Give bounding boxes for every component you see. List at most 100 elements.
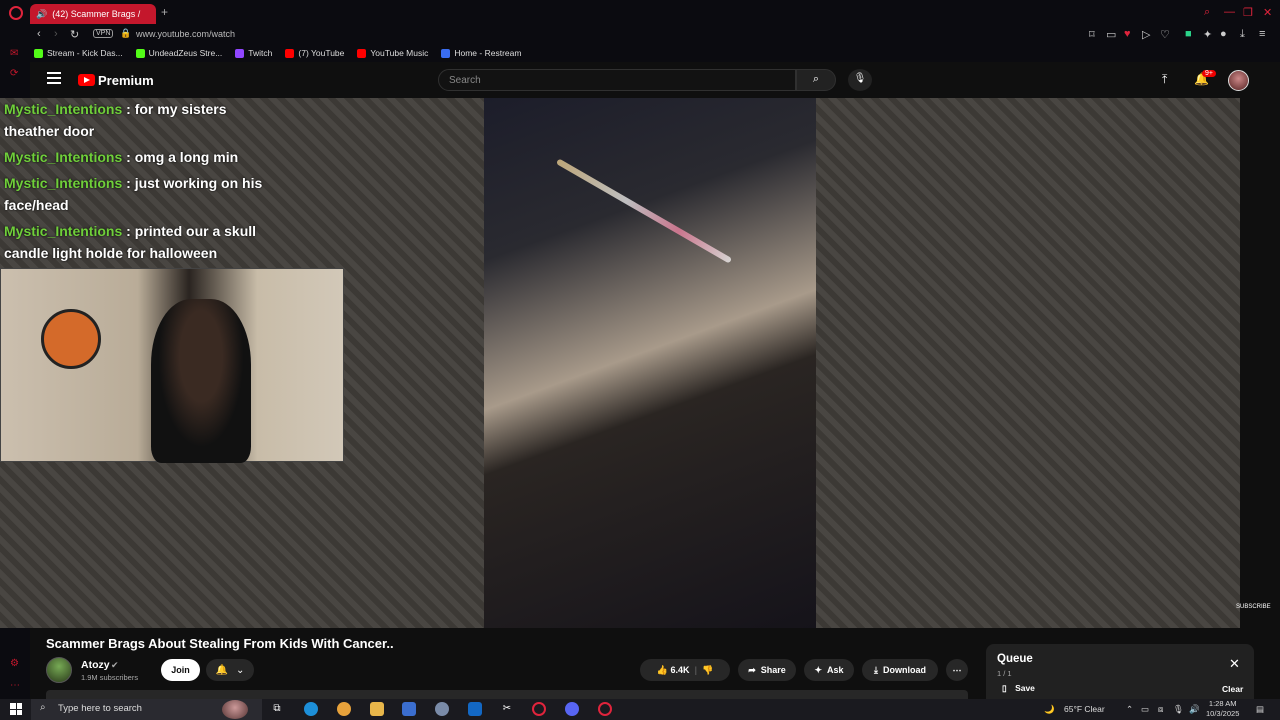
history-icon[interactable]: ⟳ <box>10 68 18 79</box>
queue-panel: Queue 1 / 1 ✕ ▯ Save Clear <box>986 644 1254 699</box>
like-button[interactable]: 👍 6.4K <box>657 665 690 676</box>
profile-icon[interactable]: ● <box>1220 28 1227 40</box>
bookmark-label: Stream - Kick Das... <box>47 48 123 58</box>
download-button[interactable]: ⤓ Download <box>862 659 938 681</box>
dislike-icon[interactable]: 👎 <box>702 665 713 676</box>
join-button[interactable]: Join <box>161 659 200 681</box>
download-icon: ⤓ <box>874 664 878 675</box>
close-icon[interactable]: ✕ <box>1229 656 1240 672</box>
save-label: Save <box>1015 683 1035 693</box>
store-icon[interactable] <box>402 702 416 716</box>
verified-icon: ✔ <box>111 660 119 670</box>
create-icon[interactable]: ⤒ <box>1162 72 1167 87</box>
search-input[interactable]: Search <box>438 69 796 91</box>
share-button[interactable]: ➦ Share <box>738 659 796 681</box>
minimize-icon[interactable]: — <box>1224 6 1235 18</box>
more-actions-button[interactable]: ⋯ <box>946 659 968 681</box>
player-icon[interactable]: ▷ <box>1142 28 1150 41</box>
subscribe-watermark[interactable]: SUBSCRIBE <box>1236 604 1271 610</box>
network-icon[interactable]: ▭ <box>1141 704 1149 715</box>
notification-center-icon[interactable]: ▤ <box>1256 704 1264 715</box>
share-icon: ➦ <box>748 664 756 675</box>
task-view-icon[interactable]: ⧉ <box>270 702 284 716</box>
bookmark-item[interactable]: (7) YouTube <box>285 48 344 58</box>
maximize-icon[interactable]: ❐ <box>1243 6 1253 19</box>
parking-lot-lights <box>555 158 733 264</box>
reload-icon[interactable]: ↻ <box>70 28 79 41</box>
stream-chat-overlay: Mystic_Intentions : for my sisters theat… <box>4 98 284 268</box>
microphone-tray-icon[interactable]: 🎙 <box>1173 704 1184 715</box>
clear-button[interactable]: Clear <box>1222 684 1243 694</box>
opera-logo-icon[interactable] <box>9 6 23 20</box>
file-explorer-icon[interactable] <box>370 702 384 716</box>
video-player[interactable]: Mystic_Intentions : for my sisters theat… <box>0 98 1271 628</box>
browser-tab-bar: 🔊 (42) Scammer Brags / + ⌕ — ❐ ✕ <box>0 0 1280 26</box>
bookmark-item[interactable]: UndeadZeus Stre... <box>135 48 222 58</box>
weather-text[interactable]: 65°F Clear <box>1064 704 1105 714</box>
windows-start-icon[interactable] <box>10 703 22 715</box>
vpn-badge[interactable]: VPN <box>93 29 114 38</box>
youtube-logo-icon[interactable] <box>78 74 95 86</box>
heart-icon[interactable]: ♡ <box>1160 28 1170 41</box>
obs-icon[interactable] <box>598 702 612 716</box>
chat-username: Mystic_Intentions <box>4 149 123 165</box>
bookmark-item[interactable]: YouTube Music <box>357 48 428 58</box>
active-tab[interactable]: 🔊 (42) Scammer Brags / <box>30 4 156 24</box>
opera-taskbar-icon[interactable] <box>532 702 546 716</box>
bookmarks-bar: Stream - Kick Das... UndeadZeus Stre... Tw… <box>30 44 1280 62</box>
chat-username: Mystic_Intentions <box>4 175 123 191</box>
bookmark-favicon-icon <box>285 48 295 58</box>
snapshot-icon[interactable]: ⌑ <box>1089 28 1095 41</box>
bookmark-item[interactable]: Twitch <box>235 48 272 58</box>
save-button[interactable]: ▯ Save <box>1002 683 1035 694</box>
outlook-icon[interactable] <box>468 702 482 716</box>
tray-chevron-icon[interactable]: ⌃ <box>1126 704 1133 715</box>
settings-icon[interactable]: ⚙ <box>10 658 19 669</box>
more-icon[interactable]: ⋯ <box>10 680 20 691</box>
extension-icon[interactable]: ■ <box>1185 28 1192 40</box>
capcut-icon[interactable]: ✂ <box>500 702 514 716</box>
chevron-down-icon: ⌄ <box>236 664 245 676</box>
menu-icon[interactable]: ≡ <box>1259 28 1265 40</box>
app-icon[interactable] <box>435 702 449 716</box>
search-icon[interactable]: ⌕ <box>796 69 836 91</box>
like-count: 6.4K <box>670 664 690 675</box>
bookmark-label: (7) YouTube <box>298 48 345 58</box>
moon-icon: 🌙 <box>1044 704 1055 714</box>
queue-count: 1 / 1 <box>997 669 1012 678</box>
youtube-brand[interactable]: Premium <box>98 73 154 88</box>
bookmark-item[interactable]: Stream - Kick Das... <box>34 48 123 58</box>
download-icon[interactable]: ⤓ <box>1240 28 1245 41</box>
hamburger-menu-icon[interactable] <box>47 72 61 84</box>
wall-poster <box>41 309 101 369</box>
close-window-icon[interactable]: ✕ <box>1263 6 1272 19</box>
bookmark-item[interactable]: Home - Restream <box>441 48 521 58</box>
messenger-icon[interactable]: ✉ <box>10 48 18 59</box>
subscribed-bell-button[interactable]: 🔔 ⌄ <box>206 659 254 681</box>
audio-playing-icon[interactable]: 🔊 <box>36 9 47 20</box>
volume-icon[interactable]: 🔊 <box>1189 704 1200 715</box>
share-label: Share <box>760 665 786 675</box>
back-icon[interactable]: ‹ <box>37 28 41 40</box>
account-avatar[interactable] <box>1228 70 1249 91</box>
search-tabs-icon[interactable]: ⌕ <box>1204 6 1210 19</box>
video-frame <box>484 98 816 628</box>
forward-icon[interactable]: › <box>54 28 58 40</box>
discord-icon[interactable] <box>565 702 579 716</box>
puzzle-icon[interactable]: ✦ <box>1203 28 1212 41</box>
channel-name[interactable]: Atozy <box>81 659 110 671</box>
clock[interactable]: 1:28 AM 10/3/2025 <box>1206 699 1239 719</box>
edge-icon[interactable] <box>304 702 318 716</box>
microphone-icon[interactable]: 🎙 <box>848 69 872 91</box>
streamer-webcam <box>0 268 344 463</box>
device-icon[interactable]: ⧈ <box>1158 704 1163 715</box>
pin-icon[interactable]: ▭ <box>1106 28 1116 41</box>
ask-button[interactable]: ✦ Ask <box>804 659 854 681</box>
lock-icon[interactable]: 🔒 <box>120 28 131 39</box>
shield-icon[interactable]: ♥ <box>1124 28 1131 40</box>
channel-avatar[interactable] <box>46 657 72 683</box>
new-tab-button[interactable]: + <box>161 5 168 19</box>
url-field[interactable]: www.youtube.com/watch <box>136 29 235 39</box>
copilot-icon[interactable] <box>337 702 351 716</box>
search-highlight-avatar[interactable] <box>222 700 248 719</box>
